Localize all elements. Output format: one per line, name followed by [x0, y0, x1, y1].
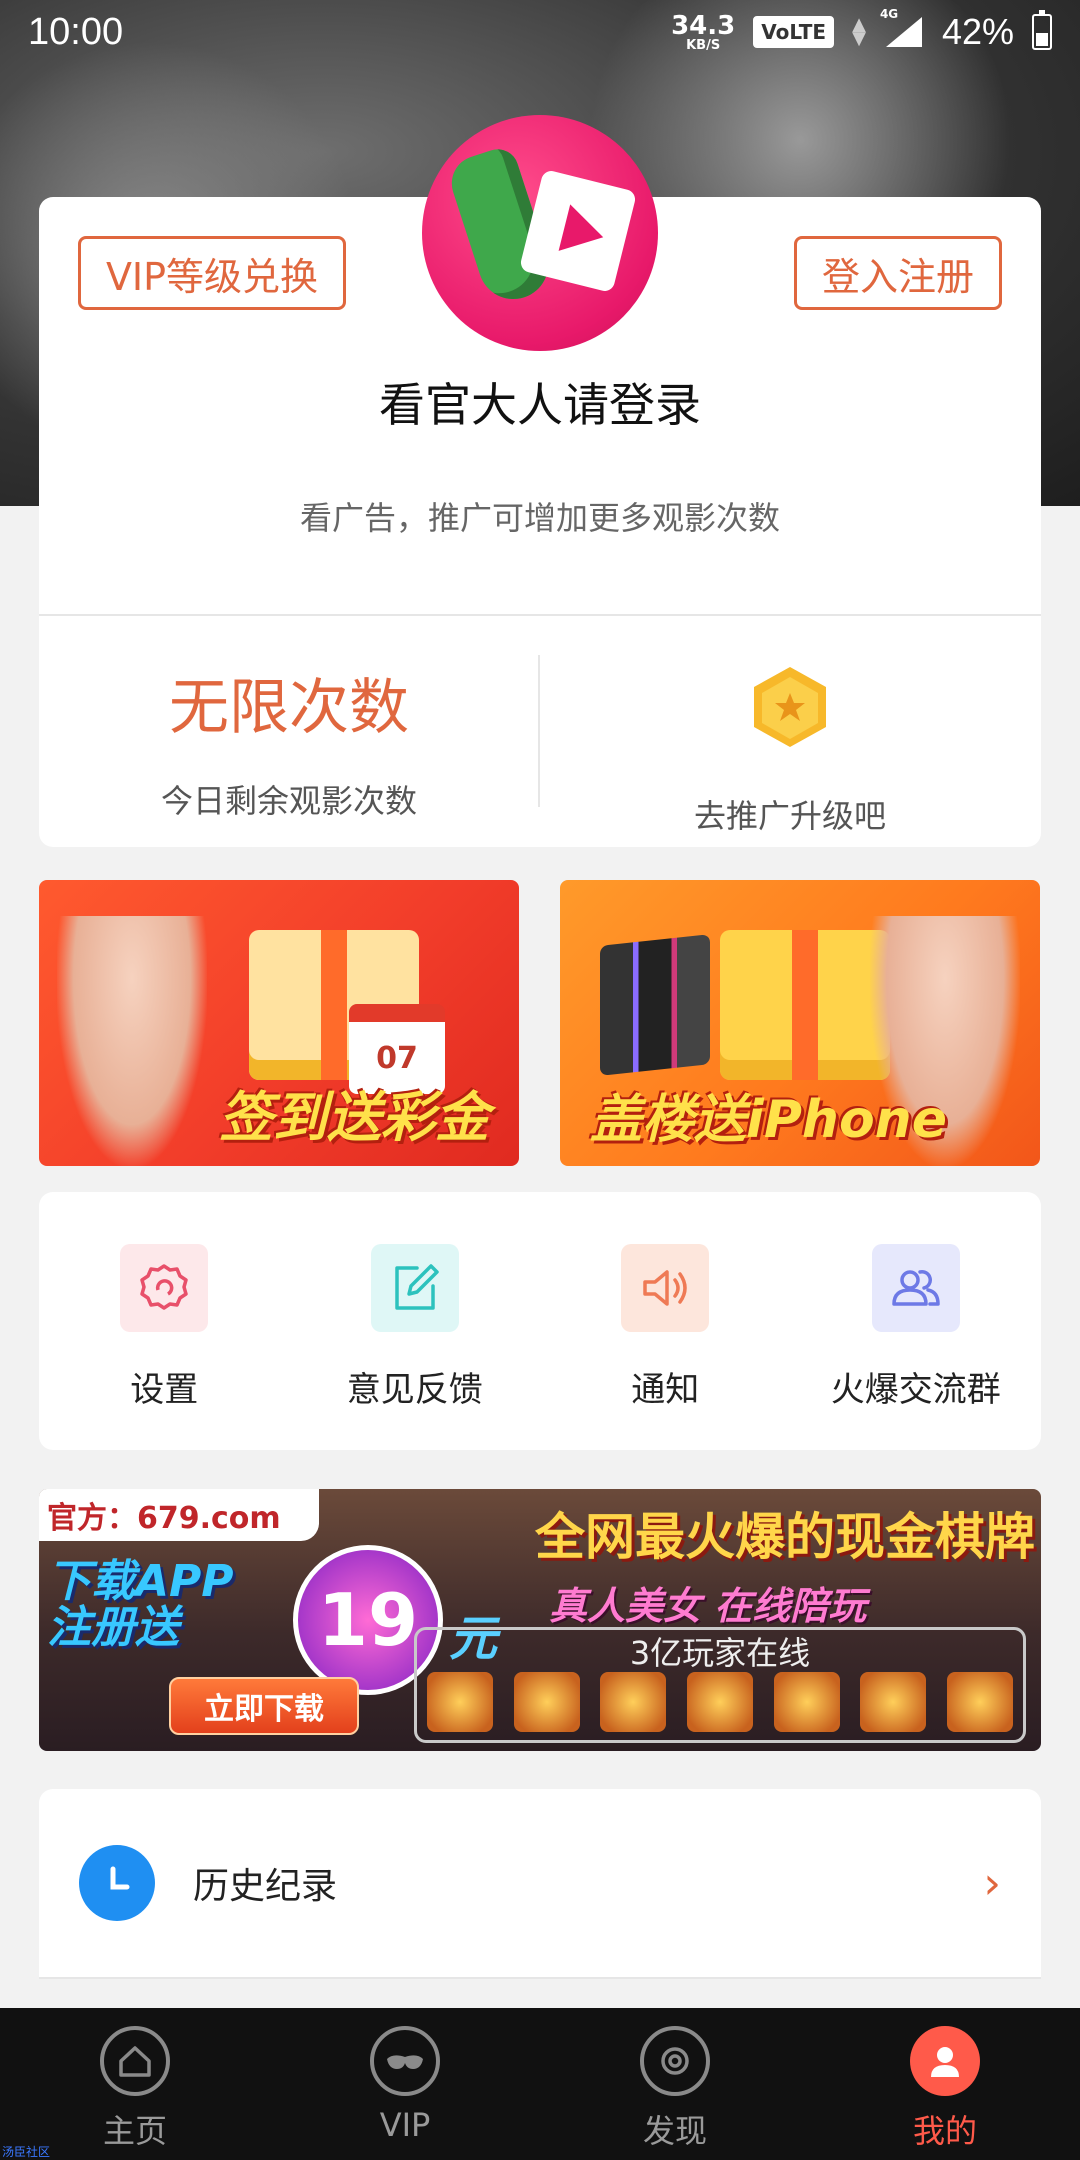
promote-upgrade-link[interactable]: 去推广升级吧: [539, 665, 1041, 837]
action-notifications[interactable]: 通知: [540, 1192, 791, 1450]
ad-headline: 全网最火爆的现金棋牌: [535, 1508, 1035, 1566]
signal-icon: 4G: [880, 7, 924, 49]
network-speed: 34.3 KB/S: [671, 10, 736, 53]
status-bar: 10:00 34.3 KB/S VoLTE ▲ ▼ 4G 42%: [0, 0, 1080, 64]
action-label: 通知: [631, 1370, 700, 1410]
ad-tagline: 真人美女 在线陪玩: [549, 1584, 867, 1628]
battery-percent: 42%: [941, 11, 1014, 52]
game-icon: [773, 1672, 840, 1732]
home-icon: [100, 2026, 170, 2096]
game-icon: [686, 1672, 753, 1732]
promo-text: 签到送彩金: [219, 1086, 489, 1149]
promo-text: 盖楼送iPhone: [590, 1090, 947, 1150]
login-register-button[interactable]: 登入注册: [794, 236, 1002, 310]
history-row[interactable]: 历史纪录 ›: [39, 1789, 1041, 1977]
action-label: 设置: [130, 1370, 199, 1410]
quick-actions-card: 设置 意见反馈 通知 火爆交流群: [39, 1192, 1041, 1450]
nav-vip[interactable]: VIP: [270, 2008, 540, 2160]
nav-label: 我的: [912, 2112, 977, 2150]
promote-upgrade-label: 去推广升级吧: [693, 797, 886, 835]
menu-list-card: 历史纪录 ›: [39, 1789, 1041, 1979]
login-prompt-title[interactable]: 看官大人请登录: [39, 369, 1041, 435]
ad-game-icons: [427, 1672, 1013, 1732]
mask-icon: [370, 2026, 440, 2096]
ad-players-box: 3亿玩家在线: [414, 1627, 1026, 1743]
vip-exchange-button[interactable]: VIP等级兑换: [78, 236, 346, 310]
remaining-views-stat: 无限次数 今日剩余观影次数: [39, 659, 539, 822]
gift-box-image: [720, 930, 890, 1080]
history-label: 历史纪录: [193, 1866, 338, 1907]
nav-profile[interactable]: 我的: [810, 2008, 1080, 2160]
ad-banner-game[interactable]: 官方：679.com 全网最火爆的现金棋牌 下载APP 注册送 19 元 真人美…: [39, 1489, 1041, 1751]
remaining-views-value: 无限次数: [169, 673, 409, 743]
action-label: 意见反馈: [346, 1370, 483, 1410]
ad-players-text: 3亿玩家在线: [629, 1634, 811, 1672]
watermark-text: 汤臣社区: [2, 2145, 51, 2159]
game-icon: [600, 1672, 667, 1732]
medal-star-icon: [750, 665, 830, 749]
game-icon: [946, 1672, 1013, 1732]
ad-download-button[interactable]: 立即下载: [169, 1677, 359, 1735]
battery-icon: [1032, 10, 1052, 50]
ad-domain: 官方：679.com: [39, 1489, 319, 1541]
data-arrows-icon: ▲ ▼: [852, 13, 866, 49]
group-users-icon: [871, 1244, 960, 1332]
settings-icon: [120, 1244, 209, 1332]
promo-checkin-bonus-banner[interactable]: 07 签到送彩金: [39, 880, 519, 1166]
discover-icon: [640, 2026, 710, 2096]
game-icon: [427, 1672, 493, 1732]
login-prompt-subtitle: 看广告，推广可增加更多观影次数: [299, 499, 780, 537]
speaker-icon: [621, 1244, 710, 1332]
nav-label: 主页: [102, 2112, 167, 2150]
bottom-navigation: 主页 VIP 发现 我的 汤臣社区: [0, 2008, 1080, 2160]
nav-label: VIP: [379, 2106, 431, 2144]
action-feedback[interactable]: 意见反馈: [290, 1192, 541, 1450]
feedback-edit-icon: [370, 1244, 459, 1332]
divider: [39, 1977, 1041, 1979]
volte-badge: VoLTE: [753, 16, 835, 48]
chevron-right-icon: ›: [983, 1857, 1001, 1909]
action-community-group[interactable]: 火爆交流群: [791, 1192, 1042, 1450]
phones-image: [600, 934, 710, 1076]
status-time: 10:00: [28, 10, 124, 53]
nav-discover[interactable]: 发现: [540, 2008, 810, 2160]
model-image: [57, 916, 207, 1166]
divider: [39, 614, 1041, 616]
nav-home[interactable]: 主页: [0, 2008, 270, 2160]
nav-label: 发现: [642, 2112, 707, 2150]
profile-icon: [910, 2026, 980, 2096]
ad-download-text: 下载APP 注册送: [47, 1556, 234, 1654]
game-icon: [513, 1672, 580, 1732]
remaining-views-label: 今日剩余观影次数: [160, 782, 417, 820]
app-logo-avatar[interactable]: [422, 115, 658, 351]
action-settings[interactable]: 设置: [39, 1192, 290, 1450]
promo-iphone-banner[interactable]: 盖楼送iPhone: [560, 880, 1040, 1166]
clock-icon: [79, 1845, 155, 1921]
game-icon: [860, 1672, 927, 1732]
action-label: 火爆交流群: [830, 1370, 1001, 1410]
